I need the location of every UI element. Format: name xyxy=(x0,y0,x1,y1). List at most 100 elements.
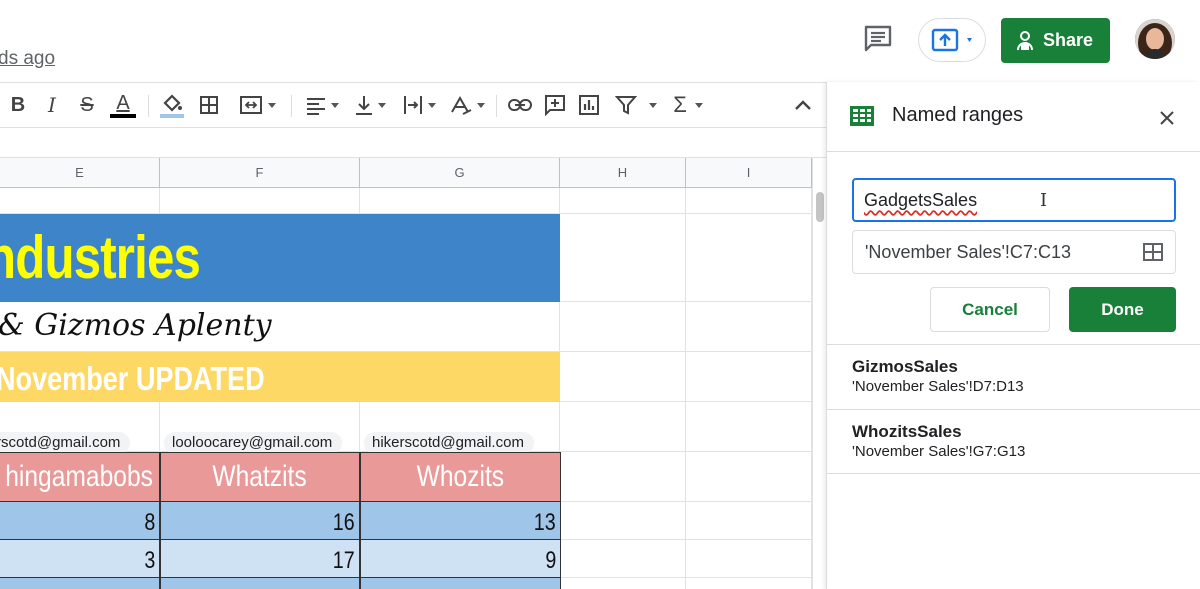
cell-value: 17 xyxy=(333,547,355,574)
share-label: Share xyxy=(1043,30,1094,50)
column-header-i[interactable]: I xyxy=(686,158,812,188)
grid-cell[interactable] xyxy=(560,402,686,452)
range-name-value: GadgetsSales xyxy=(864,189,978,210)
filter-icon[interactable] xyxy=(612,91,660,119)
merge-cells-icon[interactable] xyxy=(232,91,282,119)
grid-cell[interactable] xyxy=(160,188,360,214)
sheets-table-icon xyxy=(849,104,875,133)
cell-value: 3 xyxy=(144,547,155,574)
data-cell[interactable]: 13 xyxy=(360,502,561,540)
table-header-label: Whatzits xyxy=(212,460,308,493)
text-wrap-icon[interactable] xyxy=(398,91,440,119)
grid-cell[interactable] xyxy=(686,402,812,452)
title-merged-cell[interactable]: ndustries xyxy=(0,214,560,302)
column-header-h[interactable]: H xyxy=(560,158,686,188)
strikethrough-icon[interactable]: S xyxy=(75,91,99,119)
data-cell[interactable]: 17 xyxy=(160,540,360,578)
grid-cell[interactable] xyxy=(686,502,812,540)
borders-icon[interactable] xyxy=(196,91,222,119)
data-cell[interactable]: 16 xyxy=(160,502,360,540)
range-reference-value: 'November Sales'!C7:C13 xyxy=(865,241,1071,262)
text-color-glyph: A xyxy=(116,91,130,114)
grid-cell[interactable] xyxy=(560,540,686,578)
top-bar: ds ago Share xyxy=(0,0,1200,82)
grid-cell[interactable] xyxy=(686,302,812,352)
panel-title: Named ranges xyxy=(892,104,1024,126)
email-chip[interactable]: hikerscotd@gmail.com xyxy=(364,432,534,454)
named-range-reference: 'November Sales'!G7:G13 xyxy=(852,443,1026,460)
grid-cell[interactable] xyxy=(686,188,812,214)
named-range-reference: 'November Sales'!D7:D13 xyxy=(852,378,1024,395)
range-reference-input[interactable]: 'November Sales'!C7:C13 xyxy=(852,230,1176,274)
grid-cell[interactable] xyxy=(360,188,560,214)
present-button[interactable] xyxy=(918,18,986,62)
done-button[interactable]: Done xyxy=(1069,287,1176,332)
formatting-toolbar: B I S A Σ xyxy=(0,82,826,128)
last-edit-link[interactable]: ds ago xyxy=(0,48,55,70)
cell-value: 16 xyxy=(333,509,355,536)
grid-cell[interactable] xyxy=(560,502,686,540)
banner-merged-cell[interactable]: November UPDATED xyxy=(0,352,560,402)
grid-cell[interactable] xyxy=(560,578,686,589)
cell-value: 9 xyxy=(545,547,556,574)
insert-comment-icon[interactable] xyxy=(542,91,568,119)
data-cell[interactable] xyxy=(360,578,561,589)
grid-cell[interactable] xyxy=(560,352,686,402)
grid-cell[interactable] xyxy=(0,188,160,214)
grid-cell[interactable] xyxy=(560,302,686,352)
named-range-item[interactable]: GizmosSales 'November Sales'!D7:D13 xyxy=(827,344,1200,409)
vertical-scrollbar[interactable] xyxy=(812,158,826,589)
cancel-button[interactable]: Cancel xyxy=(930,287,1050,332)
formula-bar[interactable] xyxy=(0,128,826,158)
link-icon[interactable] xyxy=(506,91,534,119)
scrollbar-thumb[interactable] xyxy=(816,192,824,222)
horizontal-align-icon[interactable] xyxy=(300,91,344,119)
data-cell[interactable] xyxy=(160,578,360,589)
cell-value: 13 xyxy=(534,509,556,536)
table-header-cell[interactable]: hingamabobs xyxy=(0,452,160,502)
email-chip[interactable]: looloocarey@gmail.com xyxy=(164,432,343,454)
grid-cell[interactable] xyxy=(686,214,812,302)
text-color-icon[interactable]: A xyxy=(108,91,138,119)
comment-history-icon[interactable] xyxy=(862,24,894,54)
range-name-input[interactable]: GadgetsSales I xyxy=(852,178,1176,222)
collapse-toolbar-icon[interactable] xyxy=(790,91,816,119)
select-range-icon[interactable] xyxy=(1143,243,1163,266)
sigma-glyph: Σ xyxy=(673,92,687,117)
avatar[interactable] xyxy=(1135,19,1175,59)
data-cell[interactable]: 3 xyxy=(0,540,160,578)
text-rotation-icon[interactable] xyxy=(446,91,488,119)
fill-color-icon[interactable] xyxy=(158,91,186,119)
data-cell[interactable]: 9 xyxy=(360,540,561,578)
column-header-e[interactable]: E xyxy=(0,158,160,188)
chart-icon[interactable] xyxy=(576,91,602,119)
close-icon[interactable] xyxy=(1155,106,1179,130)
grid-cell[interactable] xyxy=(686,352,812,402)
functions-icon[interactable]: Σ xyxy=(668,91,708,119)
vertical-align-icon[interactable] xyxy=(350,91,390,119)
table-header-label: hingamabobs xyxy=(5,460,153,493)
named-range-name: WhozitsSales xyxy=(852,422,962,441)
table-header-cell[interactable]: Whozits xyxy=(360,452,561,502)
table-header-label: Whozits xyxy=(416,460,505,493)
grid-cell[interactable] xyxy=(686,540,812,578)
grid-cell[interactable] xyxy=(686,452,812,502)
grid-cell[interactable] xyxy=(686,578,812,589)
grid-cell[interactable] xyxy=(560,452,686,502)
bold-icon[interactable]: B xyxy=(6,91,30,119)
share-button[interactable]: Share xyxy=(1001,18,1110,63)
named-range-item[interactable]: WhozitsSales 'November Sales'!G7:G13 xyxy=(827,409,1200,474)
grid-cell[interactable] xyxy=(560,188,686,214)
banner-text: November UPDATED xyxy=(0,360,265,397)
grid-cell[interactable] xyxy=(560,214,686,302)
italic-icon[interactable]: I xyxy=(40,91,64,119)
toolbar-divider xyxy=(148,95,149,117)
spreadsheet-grid: E F G H I ndustries & Gizmos Aplenty Nov… xyxy=(0,158,812,589)
data-cell[interactable]: 8 xyxy=(0,502,160,540)
toolbar-divider xyxy=(291,95,292,117)
email-chip[interactable]: rscotd@gmail.com xyxy=(0,432,131,454)
column-header-g[interactable]: G xyxy=(360,158,560,188)
column-header-f[interactable]: F xyxy=(160,158,360,188)
data-cell[interactable] xyxy=(0,578,160,589)
table-header-cell[interactable]: Whatzits xyxy=(160,452,360,502)
